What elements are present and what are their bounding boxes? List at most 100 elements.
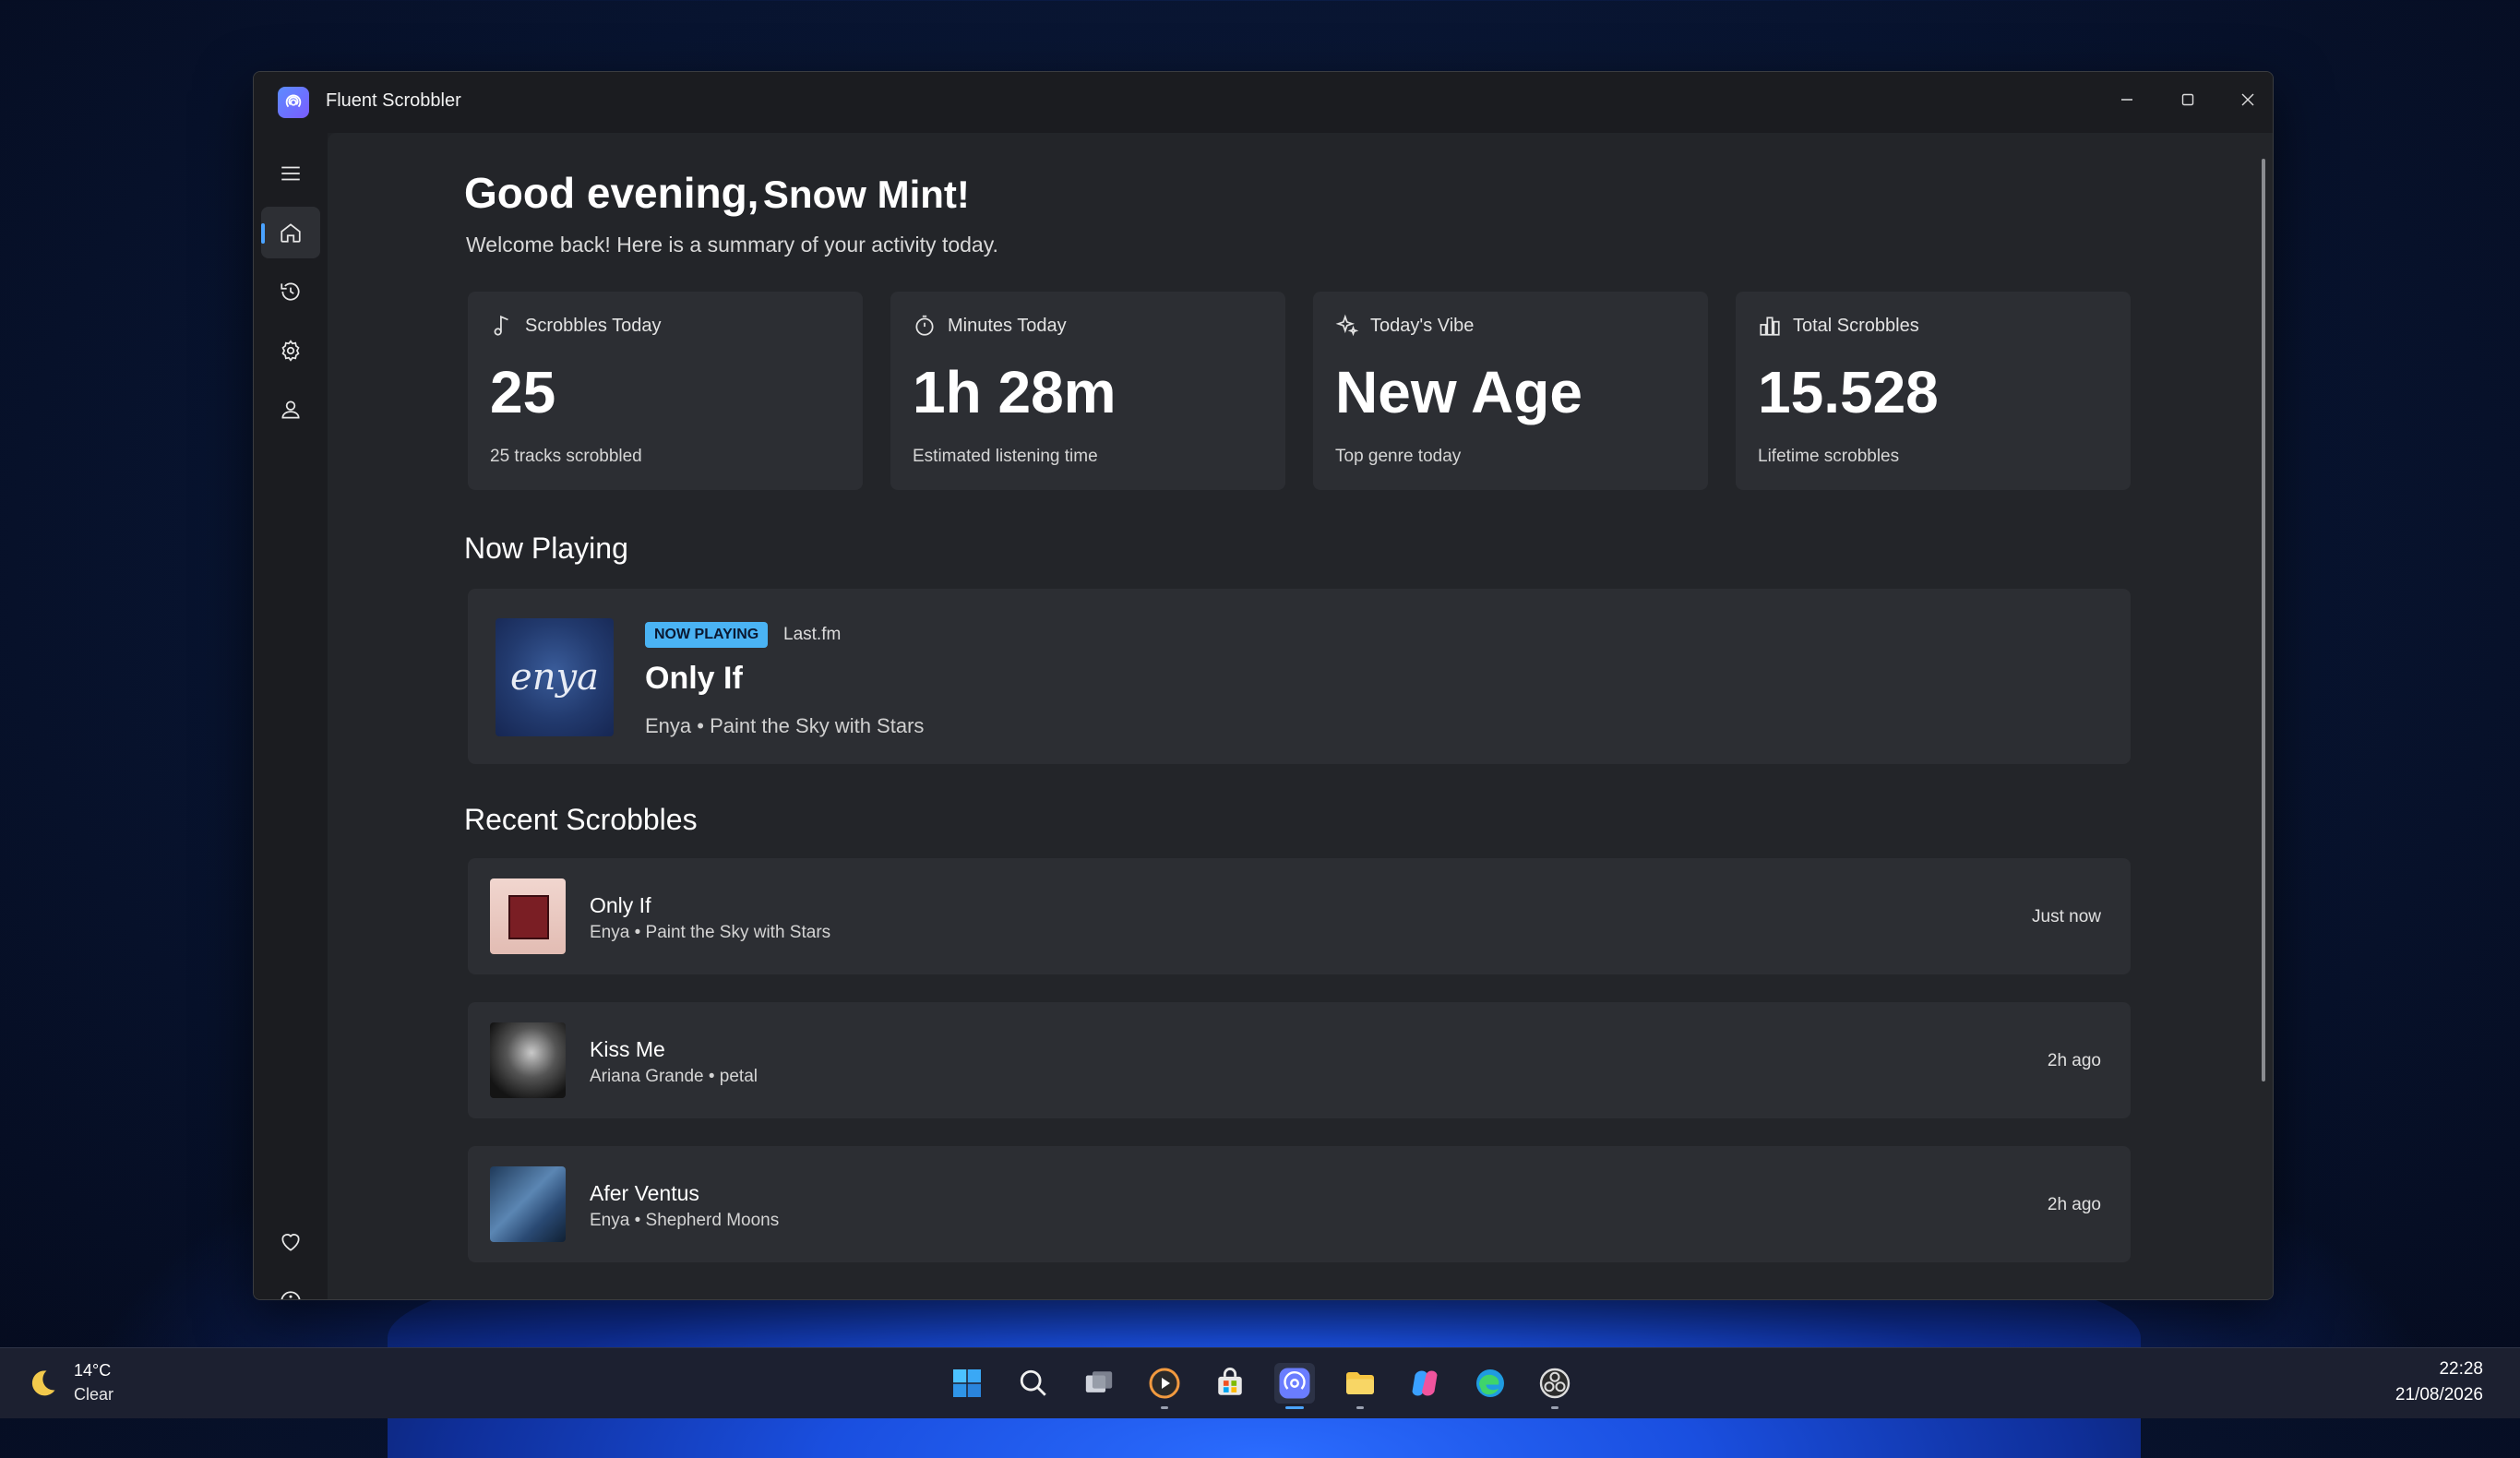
scrobble-time: 2h ago [2047, 1195, 2101, 1214]
fluent-scrobbler-taskbar-button[interactable] [1274, 1363, 1315, 1409]
task-view-icon [1085, 1371, 1113, 1392]
nav-favorites[interactable] [261, 1216, 320, 1268]
copilot-icon [1412, 1370, 1438, 1396]
scrobble-row[interactable]: Only If Enya • Paint the Sky with Stars … [468, 858, 2131, 974]
moon-icon[interactable] [26, 1367, 59, 1400]
music-note-icon [494, 315, 508, 336]
running-indicator [1161, 1406, 1168, 1409]
track-subtitle: Enya • Shepherd Moons [590, 1211, 780, 1230]
scrobble-row[interactable]: Kiss Me Ariana Grande • petal 2h ago [468, 1002, 2131, 1118]
album-art [490, 1022, 566, 1098]
user-name: Snow Mint! [762, 173, 970, 216]
track-title: Only If [590, 893, 651, 917]
stat-caption: Top genre today [1335, 447, 1462, 466]
scrollbar[interactable] [2262, 159, 2265, 1082]
nav-home[interactable] [261, 207, 320, 258]
obs-button[interactable] [1535, 1363, 1575, 1409]
main-content: Good evening, Snow Mint! Welcome back! H… [328, 133, 2273, 1299]
timer-icon [915, 315, 934, 336]
app-logo-icon [278, 87, 309, 118]
minimize-button[interactable] [2099, 81, 2155, 118]
home-icon [281, 223, 301, 243]
gear-icon [281, 340, 300, 362]
user-icon [281, 400, 300, 419]
stat-label: Minutes Today [948, 315, 1067, 336]
start-button[interactable] [947, 1363, 987, 1404]
stat-card-total-scrobbles: Total Scrobbles 15.528 Lifetime scrobble… [1736, 292, 2131, 490]
now-playing-title: Only If [645, 661, 743, 696]
running-indicator [1285, 1406, 1304, 1409]
nav-about[interactable] [261, 1275, 320, 1299]
stat-card-minutes-today: Minutes Today 1h 28m Estimated listening… [890, 292, 1285, 490]
store-icon [1218, 1368, 1242, 1395]
stat-value: New Age [1335, 359, 1582, 425]
edge-icon [1476, 1369, 1504, 1397]
nav-profile[interactable] [261, 384, 320, 436]
hamburger-icon [281, 166, 300, 181]
task-view-button[interactable] [1079, 1363, 1119, 1404]
clock-time[interactable]: 22:28 [2439, 1359, 2483, 1380]
track-title: Kiss Me [590, 1037, 665, 1061]
running-indicator [1551, 1406, 1559, 1409]
scrobble-time: 2h ago [2047, 1051, 2101, 1070]
album-art [490, 878, 566, 954]
close-button[interactable] [2220, 81, 2273, 118]
stat-label: Total Scrobbles [1793, 315, 1919, 336]
app-logo-icon [1279, 1368, 1310, 1399]
history-icon [281, 282, 300, 301]
greeting-heading: Good evening, Snow Mint! [464, 168, 970, 218]
album-art [490, 1166, 566, 1242]
track-subtitle: Enya • Paint the Sky with Stars [590, 923, 831, 942]
title-bar: Fluent Scrobbler [254, 72, 2273, 133]
maximize-button[interactable] [2160, 81, 2215, 118]
app-window: Fluent Scrobbler Good evening, Snow Mint… [253, 71, 2274, 1300]
recent-scrobbles-heading: Recent Scrobbles [464, 803, 698, 836]
weather-temperature[interactable]: 14°C [74, 1361, 111, 1380]
edge-browser-button[interactable] [1470, 1363, 1511, 1404]
stat-value: 1h 28m [913, 359, 1117, 425]
store-button[interactable] [1210, 1363, 1250, 1404]
info-icon [281, 1291, 301, 1299]
window-title: Fluent Scrobbler [326, 90, 461, 111]
menu-button[interactable] [261, 148, 320, 199]
stat-caption: Estimated listening time [913, 447, 1098, 466]
now-playing-card[interactable]: enya NOW PLAYING Last.fm Only If Enya • … [468, 589, 2131, 764]
now-playing-album-art: enya [496, 618, 614, 736]
stat-card-todays-vibe: Today's Vibe New Age Top genre today [1313, 292, 1708, 490]
media-player-button[interactable] [1144, 1363, 1185, 1409]
stat-value: 15.528 [1758, 359, 1939, 425]
scrobble-row[interactable]: Afer Ventus Enya • Shepherd Moons 2h ago [468, 1146, 2131, 1262]
stat-label: Today's Vibe [1370, 315, 1475, 336]
now-playing-badge: NOW PLAYING [645, 622, 769, 648]
nav-settings[interactable] [261, 325, 320, 376]
now-playing-subtitle: Enya • Paint the Sky with Stars [645, 714, 925, 737]
clock-date[interactable]: 21/08/2026 [2395, 1385, 2483, 1405]
search-button[interactable] [1013, 1363, 1054, 1404]
nav-history[interactable] [261, 266, 320, 317]
file-explorer-button[interactable] [1340, 1363, 1380, 1409]
search-icon [1020, 1369, 1046, 1396]
copilot-button[interactable] [1404, 1363, 1445, 1404]
running-indicator [1356, 1406, 1364, 1409]
greeting-subtitle: Welcome back! Here is a summary of your … [466, 233, 998, 257]
track-subtitle: Ariana Grande • petal [590, 1067, 758, 1086]
bar-chart-icon [1760, 317, 1780, 336]
sparkle-icon [1335, 314, 1359, 337]
obs-icon [1539, 1368, 1571, 1399]
now-playing-source: Last.fm [783, 625, 842, 644]
nav-rail [254, 133, 328, 1299]
folder-icon [1346, 1372, 1374, 1394]
heart-icon [281, 1234, 300, 1251]
greeting-prefix: Good evening, [464, 169, 759, 217]
now-playing-heading: Now Playing [464, 532, 628, 565]
stat-caption: Lifetime scrobbles [1758, 447, 1900, 466]
weather-condition[interactable]: Clear [74, 1385, 113, 1404]
windows-logo-icon [953, 1369, 981, 1397]
track-title: Afer Ventus [590, 1181, 699, 1205]
stat-value: 25 [490, 359, 556, 425]
taskbar: 14°C Clear 22:28 21/08/2026 [0, 1347, 2520, 1418]
stat-card-scrobbles-today: Scrobbles Today 25 25 tracks scrobbled [468, 292, 863, 490]
stat-label: Scrobbles Today [525, 315, 662, 336]
play-icon [1149, 1368, 1180, 1399]
stat-caption: 25 tracks scrobbled [490, 447, 642, 466]
